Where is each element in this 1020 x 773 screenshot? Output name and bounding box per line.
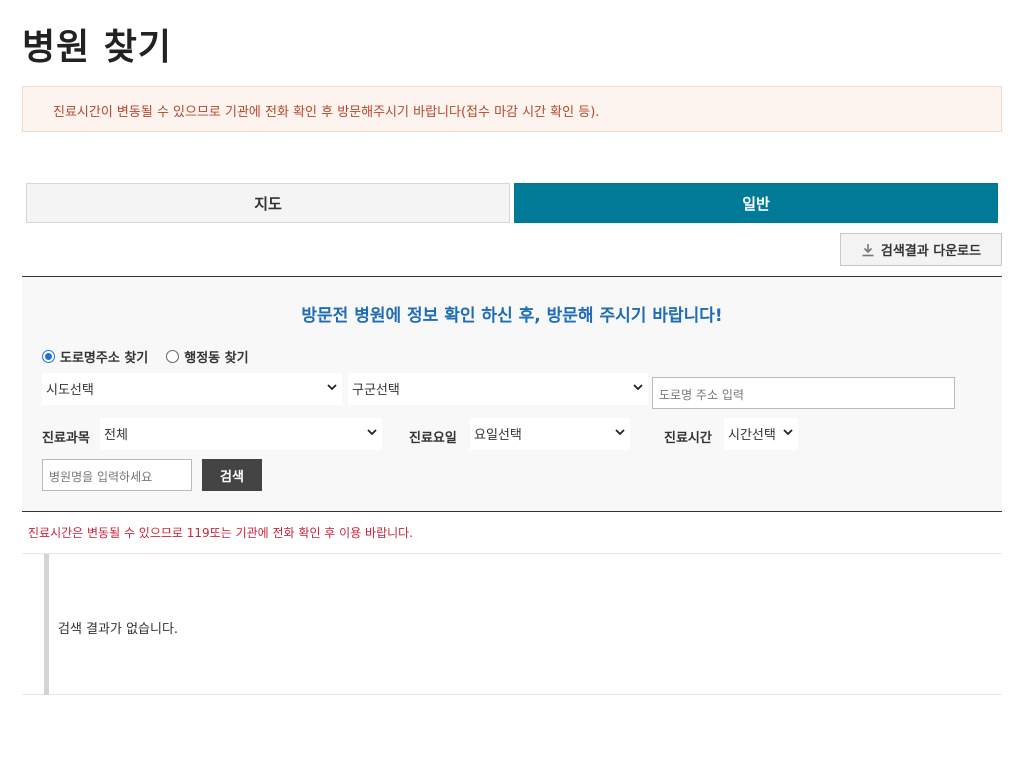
chevron-down-icon [615,429,625,436]
gugun-select[interactable]: 구군선택 [348,373,648,405]
sido-select-value: 시도선택 [46,383,94,398]
road-address-placeholder: 도로명 주소 입력 [659,388,744,402]
road-address-input[interactable]: 도로명 주소 입력 [652,377,955,409]
search-button[interactable]: 검색 [202,459,262,491]
notice-banner: 진료시간이 변동될 수 있으므로 기관에 전화 확인 후 방문해주시기 바랍니다… [22,86,1002,132]
radio-admin-dong-dot[interactable] [166,350,180,363]
download-icon [862,243,874,256]
hospital-name-placeholder: 병원명을 입력하세요 [49,470,153,484]
chevron-down-icon [367,429,377,436]
chevron-down-icon [327,384,337,391]
tab-map[interactable]: 지도 [26,183,510,223]
dept-select[interactable]: 전체 [100,418,382,450]
results-area: 검색 결과가 없습니다. [22,553,1002,695]
time-select[interactable]: 시간선택 [724,418,798,450]
radio-road-address[interactable]: 도로명주소 찾기 [42,347,148,366]
sido-select[interactable]: 시도선택 [42,373,342,405]
chevron-down-icon [633,384,643,391]
results-empty-message: 검색 결과가 없습니다. [58,622,179,637]
search-heading: 방문전 병원에 정보 확인 하신 후, 방문해 주시기 바랍니다! [301,306,723,326]
dept-select-value: 전체 [104,428,128,443]
download-results-button[interactable]: 검색결과 다운로드 [840,233,1002,266]
notice-text: 진료시간이 변동될 수 있으므로 기관에 전화 확인 후 방문해주시기 바랍니다… [53,105,600,120]
day-select[interactable]: 요일선택 [470,418,630,450]
results-accent-bar [44,554,49,695]
time-label: 진료시간 [664,431,712,446]
download-label: 검색결과 다운로드 [880,244,982,259]
radio-admin-dong-label: 행정동 찾기 [184,351,249,366]
page-title: 병원 찾기 [22,27,173,68]
chevron-down-icon [783,429,793,436]
dept-label: 진료과목 [42,431,90,446]
hospital-name-input[interactable]: 병원명을 입력하세요 [42,459,192,491]
time-select-value: 시간선택 [728,428,776,443]
view-tabs: 지도 일반 [26,183,998,223]
radio-road-address-label: 도로명주소 찾기 [60,351,149,366]
search-panel: 방문전 병원에 정보 확인 하신 후, 방문해 주시기 바랍니다! 도로명주소 … [22,276,1002,512]
gugun-select-value: 구군선택 [352,383,400,398]
tab-general[interactable]: 일반 [514,183,998,223]
address-type-radios: 도로명주소 찾기 행정동 찾기 [42,347,267,366]
warning-text: 진료시간은 변동될 수 있으므로 119또는 기관에 전화 확인 후 이용 바랍… [28,526,414,540]
day-select-value: 요일선택 [474,428,522,443]
day-label: 진료요일 [409,431,457,446]
radio-road-address-dot[interactable] [42,350,55,363]
radio-admin-dong[interactable]: 행정동 찾기 [166,347,249,366]
